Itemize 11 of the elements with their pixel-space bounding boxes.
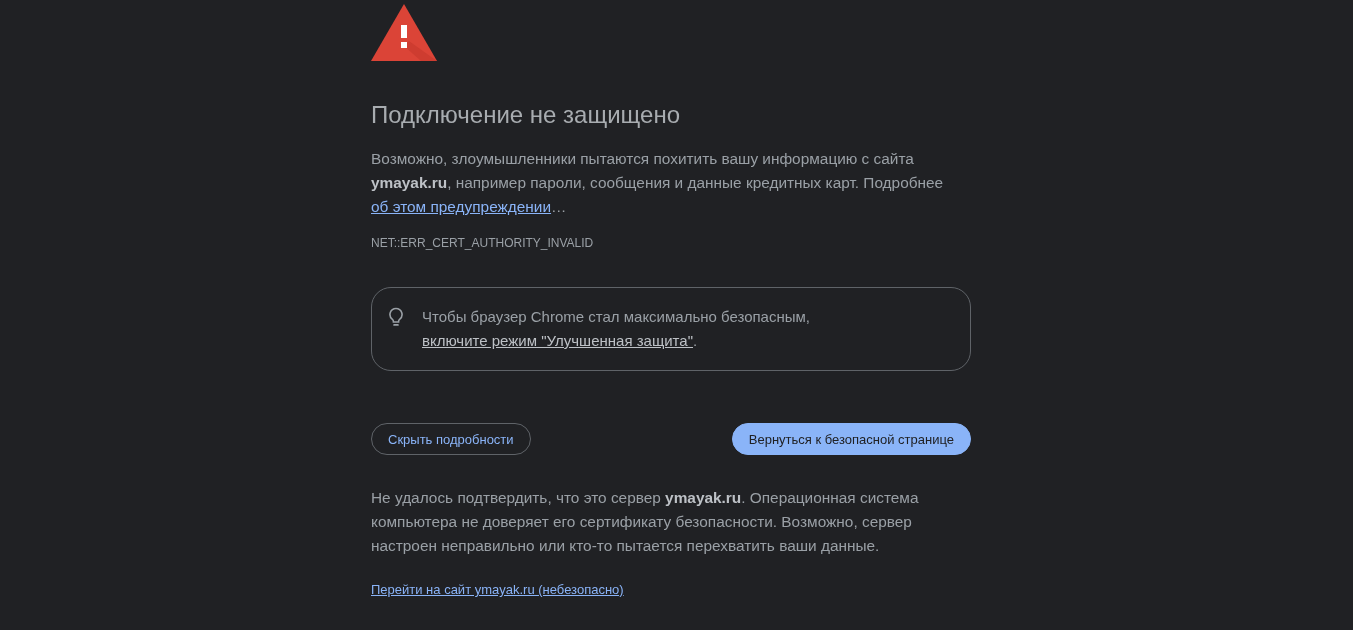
- error-code: NET::ERR_CERT_AUTHORITY_INVALID: [371, 235, 594, 251]
- details-message: Не удалось подтвердить, что это сервер ymayak.ru. Операционная система компьютера не доверяет его сертификату безопасности. Возможно, сервер настроен неправильно или кто-то пытается перехватить ваши данные.: [371, 488, 920, 556]
- page-title: Подключение не защищено: [371, 100, 681, 130]
- back-to-safety-button[interactable]: Вернуться к безопасной странице: [731, 423, 971, 455]
- learn-more-link[interactable]: об этом предупреждении: [371, 198, 552, 215]
- lightbulb-icon: [388, 307, 404, 327]
- tip-text: Чтобы браузер Chrome стал максимально безопасным, включите режим "Улучшенная защита".: [422, 307, 811, 351]
- proceed-link[interactable]: Перейти на сайт ymayak.ru (небезопасно): [371, 582, 624, 598]
- warning-message: Возможно, злоумышленники пытаются похитить вашу информацию с сайта ymayak.ru, например пароли, сообщения и данные кредитных карт. Подробнее об этом предупреждении…: [371, 149, 945, 217]
- enhanced-protection-link[interactable]: включите режим "Улучшенная защита": [422, 332, 693, 349]
- warning-triangle-icon: [371, 4, 437, 61]
